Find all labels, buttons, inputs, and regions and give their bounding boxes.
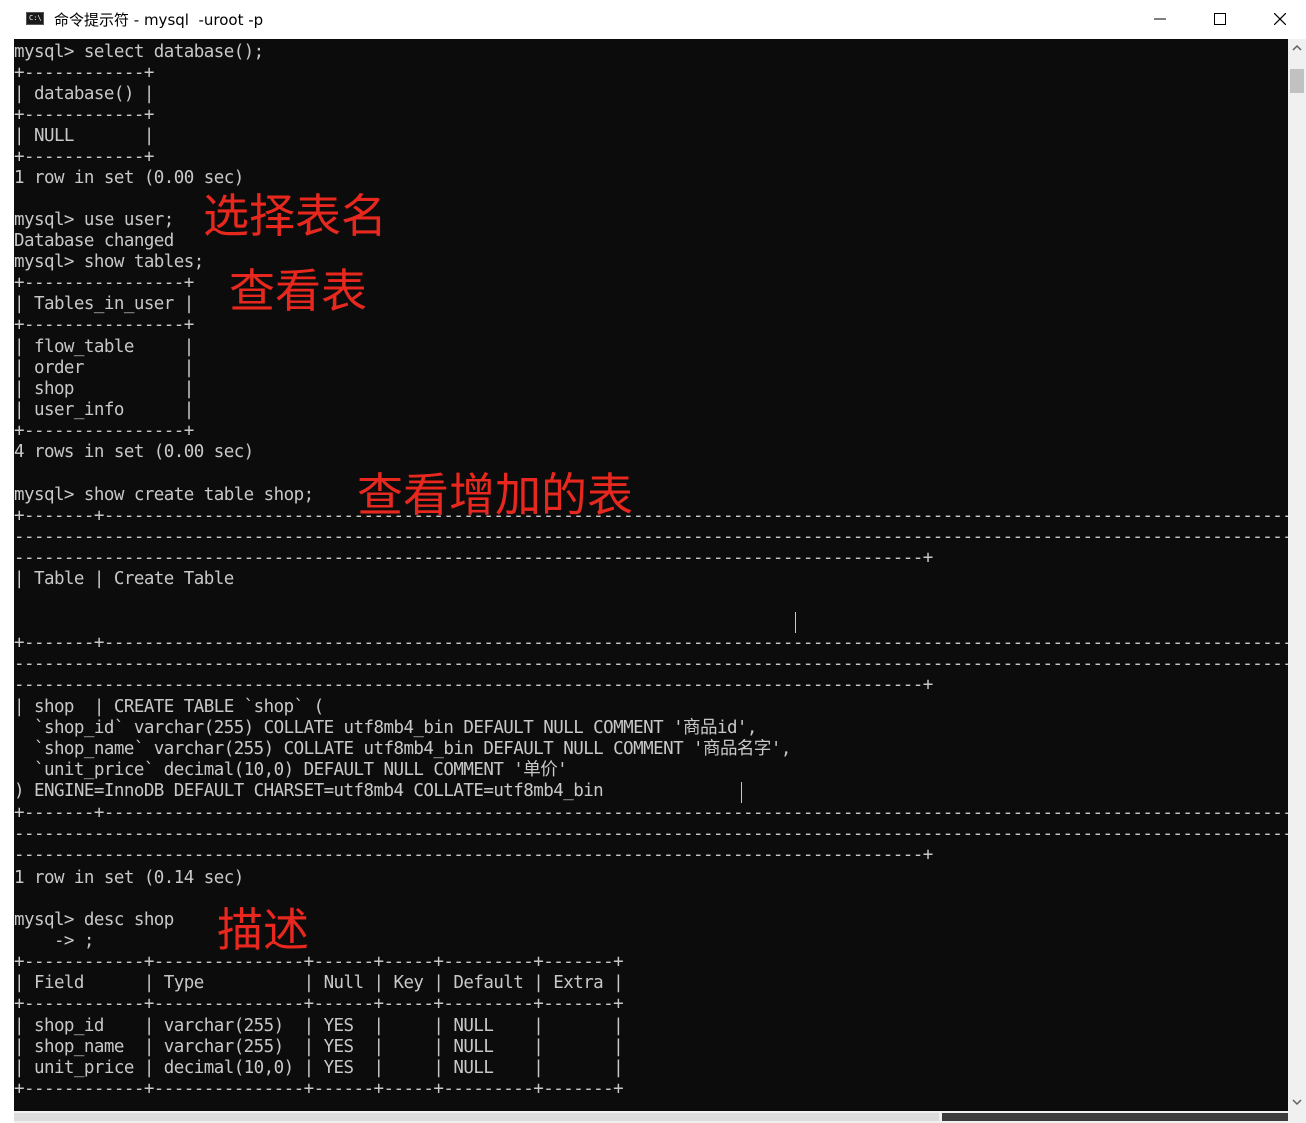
console-line: | unit_price | decimal(10,0) | YES | | N…: [14, 1058, 624, 1078]
title-bar[interactable]: C:\ 命令提示符 - mysql -uroot -p: [0, 0, 1306, 39]
scroll-down-button[interactable]: [1288, 1093, 1306, 1111]
annotation-view-added-table: 查看增加的表: [357, 468, 633, 522]
console-line: `shop_name` varchar(255) COLLATE utf8mb4…: [14, 739, 791, 759]
console-line: +-------+-------------------------------…: [14, 803, 1288, 823]
console-line: +------------+---------------+------+---…: [14, 994, 624, 1014]
console-line: +------------+---------------+------+---…: [14, 1079, 624, 1099]
console-line: `shop_id` varchar(255) COLLATE utf8mb4_b…: [14, 718, 757, 738]
close-icon: [1274, 13, 1286, 25]
console-line: +----------------+: [14, 273, 194, 293]
console-line: ) ENGINE=InnoDB DEFAULT CHARSET=utf8mb4 …: [14, 781, 604, 801]
chevron-down-icon: [1292, 1099, 1302, 1106]
console-line: mysql> use user;: [14, 210, 174, 230]
console-line: | shop_id | varchar(255) | YES | | NULL …: [14, 1016, 624, 1036]
minimize-button[interactable]: [1130, 0, 1190, 39]
console-line: mysql> show tables;: [14, 252, 204, 272]
console-line: | shop |: [14, 379, 194, 399]
console-line: ----------------------------------------…: [14, 654, 1288, 674]
console-line: | database() |: [14, 84, 154, 104]
console-line: +------------+: [14, 105, 154, 125]
console-line: +----------------+: [14, 421, 194, 441]
console-line: +------------+: [14, 147, 154, 167]
horizontal-scroll-thumb[interactable]: [942, 1113, 1288, 1121]
console-line: | Table | Create Table: [14, 569, 234, 589]
command-prompt-window: C:\ 命令提示符 - mysql -uroot -p mysql> selec…: [0, 0, 1306, 1123]
cmd-app-icon: C:\: [26, 12, 44, 25]
scroll-up-button[interactable]: [1288, 39, 1306, 57]
console-line: mysql> select database();: [14, 42, 264, 62]
console-line: ----------------------------------------…: [14, 845, 933, 865]
annotation-select-table: 选择表名: [203, 189, 387, 243]
cmd-icon-text: C:\: [29, 14, 42, 22]
console-line: ----------------------------------------…: [14, 675, 933, 695]
console-line: ----------------------------------------…: [14, 527, 1288, 547]
console-line: | Field | Type | Null | Key | Default | …: [14, 973, 624, 993]
console-line: mysql> desc shop: [14, 910, 174, 930]
horizontal-scrollbar[interactable]: [14, 1111, 1288, 1123]
table-border-right: [741, 782, 742, 803]
console-line: -> ;: [14, 931, 95, 951]
console-line: +------------+: [14, 63, 154, 83]
horizontal-scroll-track[interactable]: [14, 1113, 939, 1121]
console-line: ----------------------------------------…: [14, 548, 933, 568]
scrollbar-corner: [1288, 1111, 1306, 1123]
console-line: mysql> show create table shop;: [14, 485, 314, 505]
close-button[interactable]: [1250, 0, 1306, 39]
console-line: | Tables_in_user |: [14, 294, 194, 314]
console-line: 1 row in set (0.14 sec): [14, 868, 244, 888]
maximize-icon: [1214, 13, 1226, 25]
console-line: +----------------+: [14, 315, 194, 335]
console-line: ----------------------------------------…: [14, 824, 1288, 844]
vertical-scrollbar[interactable]: [1288, 39, 1306, 1111]
console-line: 4 rows in set (0.00 sec): [14, 442, 254, 462]
annotation-view-tables: 查看表: [229, 264, 367, 318]
console-output[interactable]: mysql> select database(); +------------+…: [14, 39, 1288, 1111]
console-line: +-------+-------------------------------…: [14, 506, 1288, 526]
console-line: | shop_name | varchar(255) | YES | | NUL…: [14, 1037, 624, 1057]
table-border-right: [795, 612, 796, 633]
console-line: +------------+---------------+------+---…: [14, 952, 624, 972]
chevron-up-icon: [1292, 44, 1302, 51]
console-line: Database changed: [14, 231, 174, 251]
console-line: 1 row in set (0.00 sec): [14, 168, 244, 188]
console-line: +-------+-------------------------------…: [14, 633, 1288, 653]
window-title: 命令提示符 - mysql -uroot -p: [54, 11, 264, 29]
console-line: | flow_table |: [14, 337, 194, 357]
console-line: | NULL |: [14, 126, 154, 146]
annotation-describe: 描述: [217, 903, 309, 957]
scroll-thumb[interactable]: [1290, 69, 1304, 93]
console-line: `unit_price` decimal(10,0) DEFAULT NULL …: [14, 760, 568, 780]
maximize-button[interactable]: [1190, 0, 1250, 39]
console-line: | shop | CREATE TABLE `shop` (: [14, 697, 324, 717]
console-line: | user_info |: [14, 400, 194, 420]
minimize-icon: [1154, 18, 1166, 20]
console-line: | order |: [14, 358, 194, 378]
